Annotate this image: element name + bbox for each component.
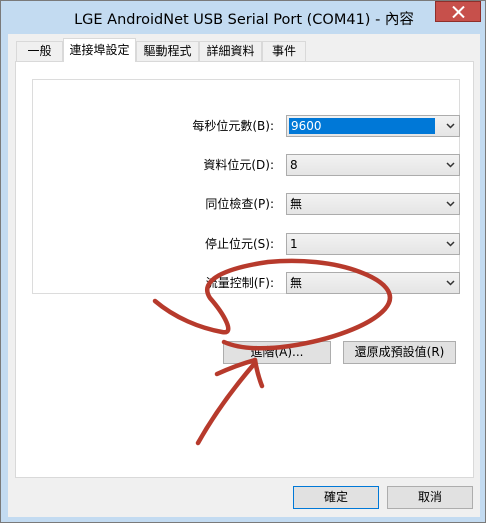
- data-bits-value: 8: [290, 158, 298, 172]
- data-bits-label: 資料位元(D):: [203, 158, 274, 172]
- chevron-down-icon: [446, 201, 455, 207]
- bits-per-second-select[interactable]: 9600: [286, 115, 460, 137]
- chevron-down-icon: [446, 123, 455, 129]
- restore-defaults-button[interactable]: 還原成預設值(R): [343, 341, 456, 364]
- advanced-button[interactable]: 進階(A)...: [223, 341, 331, 364]
- tab-port-settings[interactable]: 連接埠設定: [63, 38, 136, 62]
- flow-control-value: 無: [290, 276, 303, 290]
- parity-label: 同位檢查(P):: [205, 197, 274, 211]
- chevron-down-icon: [446, 280, 455, 286]
- parity-select[interactable]: 無: [286, 193, 460, 215]
- tab-driver[interactable]: 驅動程式: [136, 41, 199, 61]
- chevron-down-icon: [446, 162, 455, 168]
- port-settings-panel: 每秒位元數(B): 9600 資料位元(D): 8 同位檢查(P): 無 停止位…: [15, 61, 474, 478]
- window-title: LGE AndroidNet USB Serial Port (COM41) -…: [74, 12, 414, 28]
- chevron-down-icon: [446, 241, 455, 247]
- cancel-button[interactable]: 取消: [387, 486, 473, 509]
- stop-bits-value: 1: [290, 237, 298, 251]
- bits-per-second-label: 每秒位元數(B):: [192, 119, 274, 133]
- properties-dialog: LGE AndroidNet USB Serial Port (COM41) -…: [0, 0, 486, 523]
- close-button[interactable]: [435, 1, 481, 22]
- flow-control-label: 流量控制(F):: [205, 276, 274, 290]
- tab-events[interactable]: 事件: [262, 41, 306, 61]
- title-bar[interactable]: LGE AndroidNet USB Serial Port (COM41) -…: [1, 1, 487, 34]
- settings-group: 每秒位元數(B): 9600 資料位元(D): 8 同位檢查(P): 無 停止位…: [32, 79, 460, 294]
- close-icon: [452, 6, 465, 18]
- ok-button[interactable]: 確定: [293, 486, 379, 509]
- stop-bits-label: 停止位元(S):: [204, 237, 274, 251]
- tab-general[interactable]: 一般: [16, 41, 63, 61]
- dialog-client-area: 一般 連接埠設定 驅動程式 詳細資料 事件 每秒位元數(B): 9600 資料位…: [8, 34, 480, 517]
- parity-value: 無: [290, 197, 303, 211]
- flow-control-select[interactable]: 無: [286, 272, 460, 294]
- tab-details[interactable]: 詳細資料: [199, 41, 262, 61]
- stop-bits-select[interactable]: 1: [286, 233, 460, 255]
- bits-per-second-value: 9600: [289, 118, 435, 134]
- data-bits-select[interactable]: 8: [286, 154, 460, 176]
